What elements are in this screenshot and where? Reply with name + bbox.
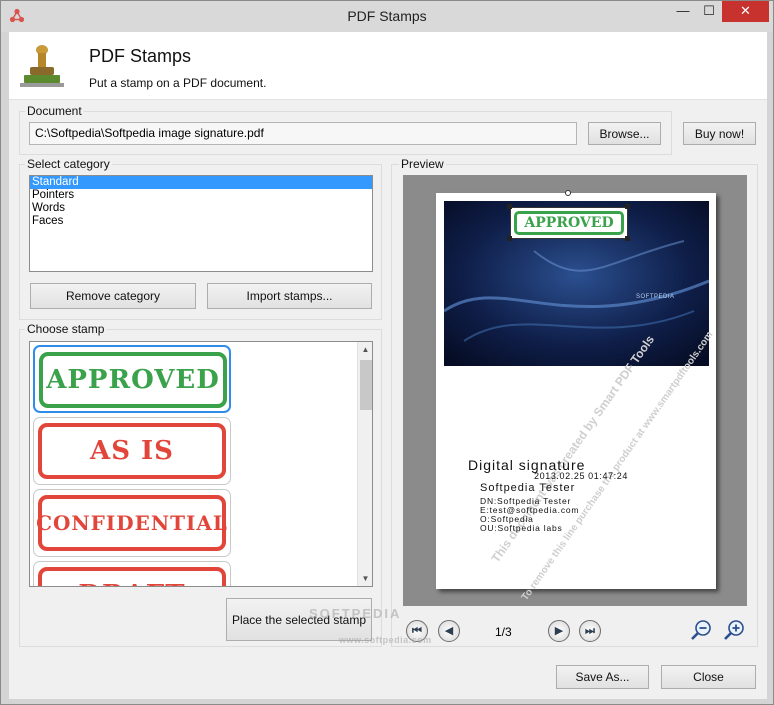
category-item-words[interactable]: Words bbox=[30, 202, 372, 215]
category-item-pointers[interactable]: Pointers bbox=[30, 189, 372, 202]
page-counter: 1/3 bbox=[495, 625, 512, 639]
stamp-confidential-art: CONFIDENTIAL bbox=[36, 495, 227, 551]
header-title: PDF Stamps bbox=[89, 46, 192, 66]
stamp-group-label: Choose stamp bbox=[25, 322, 107, 336]
scrollbar-thumb[interactable] bbox=[360, 360, 372, 410]
scroll-up-arrow-icon[interactable]: ▲ bbox=[358, 342, 372, 357]
stamp-draft[interactable]: DRAFT bbox=[33, 561, 231, 586]
stamp-resize-handle-bl[interactable] bbox=[507, 236, 512, 241]
zoom-in-icon[interactable] bbox=[722, 618, 746, 642]
category-item-standard[interactable]: Standard bbox=[30, 176, 372, 189]
window-title: PDF Stamps bbox=[347, 8, 427, 24]
signature-name: Softpedia Tester bbox=[480, 482, 576, 494]
preview-group-label: Preview bbox=[399, 157, 446, 171]
zoom-out-icon[interactable] bbox=[689, 618, 713, 642]
maximize-button[interactable]: ☐ bbox=[696, 1, 722, 22]
remove-category-button[interactable]: Remove category bbox=[30, 283, 196, 309]
page-stamp-art: APPROVED bbox=[514, 211, 624, 235]
softpedia-watermark: SOFTPEDIA bbox=[309, 606, 402, 621]
stamp-resize-handle-tl[interactable] bbox=[507, 204, 512, 209]
header-band: PDF Stamps Put a stamp on a PDF document… bbox=[9, 32, 767, 100]
category-item-faces[interactable]: Faces bbox=[30, 215, 372, 228]
next-page-button[interactable]: ▶ bbox=[548, 620, 570, 642]
prev-page-button[interactable]: ◀ bbox=[438, 620, 460, 642]
rubber-stamp-icon bbox=[20, 45, 64, 87]
preview-canvas[interactable]: SOFTPEDIA APPROVED This document was cre… bbox=[403, 175, 747, 606]
save-as-button[interactable]: Save As... bbox=[556, 665, 649, 689]
stamp-draft-art: DRAFT bbox=[38, 567, 226, 586]
signature-line-ou: OU:Softpedia labs bbox=[480, 523, 563, 533]
stamp-as-is-art: AS IS bbox=[38, 423, 226, 479]
softpedia-watermark-url: www.softpedia.com bbox=[339, 635, 432, 645]
import-stamps-button[interactable]: Import stamps... bbox=[207, 283, 372, 309]
scroll-down-arrow-icon[interactable]: ▼ bbox=[358, 571, 372, 586]
app-window: PDF Stamps — ☐ ✕ PDF Stamps Put a stamp … bbox=[0, 0, 774, 705]
stamp-approved[interactable]: APPROVED bbox=[33, 345, 231, 413]
stamp-list-scrollbar[interactable]: ▲ ▼ bbox=[357, 342, 372, 586]
last-page-button[interactable]: ⏭ bbox=[579, 620, 601, 642]
category-group-label: Select category bbox=[25, 157, 112, 171]
signature-date: 2013.02.25 01:47:24 bbox=[534, 471, 628, 481]
stamp-confidential[interactable]: CONFIDENTIAL bbox=[33, 489, 231, 557]
page-stamp-approved[interactable]: APPROVED bbox=[510, 207, 628, 239]
stamp-resize-handle-br[interactable] bbox=[625, 236, 630, 241]
category-list[interactable]: Standard Pointers Words Faces bbox=[29, 175, 373, 272]
dialog-content: PDF Stamps Put a stamp on a PDF document… bbox=[9, 32, 767, 699]
document-path-field[interactable]: C:\Softpedia\Softpedia image signature.p… bbox=[29, 122, 577, 145]
stamp-list[interactable]: APPROVED AS IS CONFIDENTIAL DRAFT ▲ ▼ bbox=[29, 341, 373, 587]
stamp-resize-handle-tr[interactable] bbox=[625, 204, 630, 209]
close-button[interactable]: Close bbox=[661, 665, 756, 689]
browse-button[interactable]: Browse... bbox=[588, 122, 661, 145]
minimize-button[interactable]: — bbox=[670, 1, 696, 22]
document-group-label: Document bbox=[25, 104, 84, 118]
stamp-as-is[interactable]: AS IS bbox=[33, 417, 231, 485]
stamp-approved-art: APPROVED bbox=[39, 352, 227, 408]
preview-page: SOFTPEDIA APPROVED This document was cre… bbox=[436, 190, 716, 603]
header-subtitle: Put a stamp on a PDF document. bbox=[89, 76, 267, 90]
title-bar: PDF Stamps — ☐ ✕ bbox=[1, 1, 773, 32]
buy-now-button[interactable]: Buy now! bbox=[683, 122, 756, 145]
stamp-rotate-handle[interactable] bbox=[565, 190, 571, 196]
close-window-button[interactable]: ✕ bbox=[722, 1, 769, 22]
